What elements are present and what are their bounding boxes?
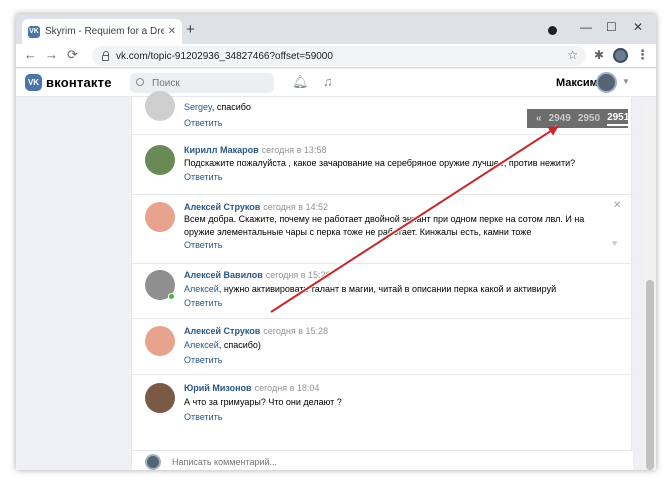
annotation-arrow-icon xyxy=(269,125,559,314)
browser-window: VK Skyrim - Requiem for a Dream 7. ✕ + —… xyxy=(16,14,656,470)
